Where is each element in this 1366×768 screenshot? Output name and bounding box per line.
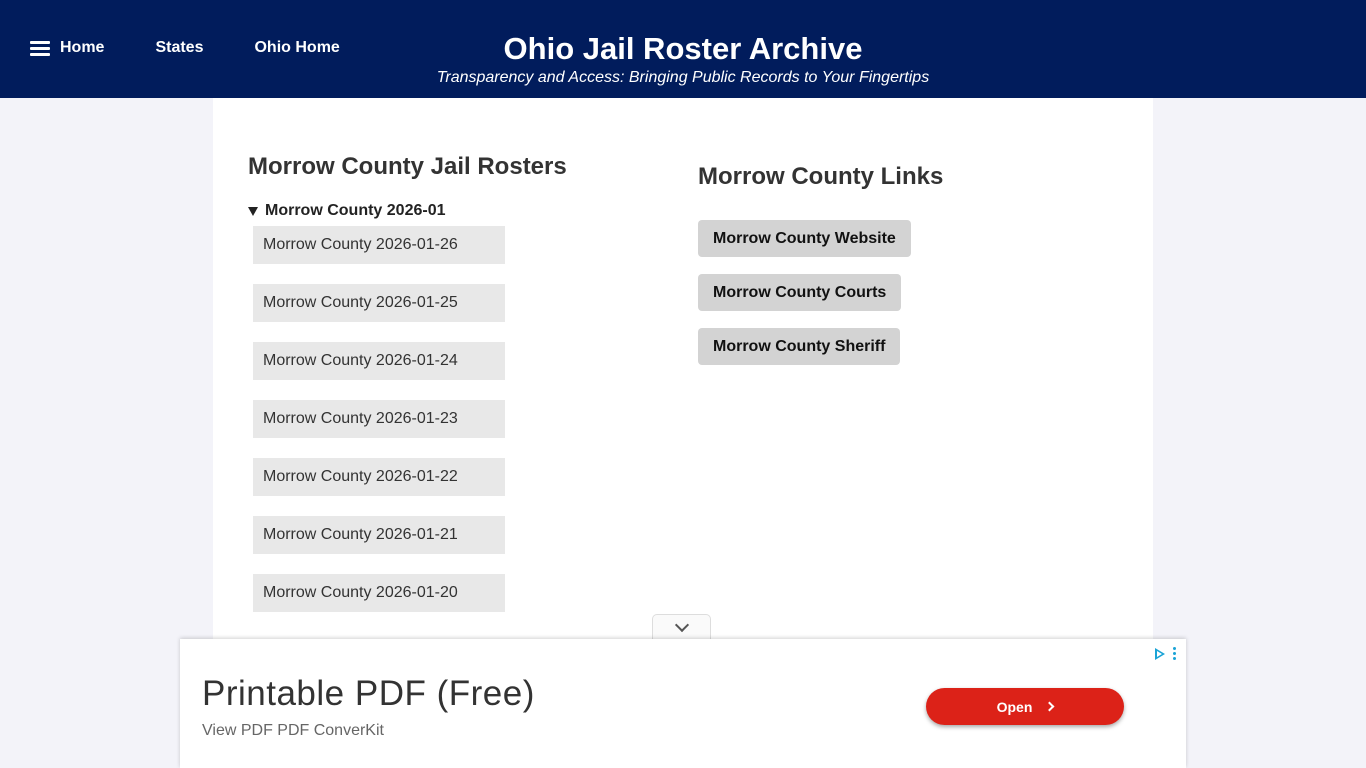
county-sheriff-button[interactable]: Morrow County Sheriff	[698, 328, 901, 365]
links-column: Morrow County Links Morrow County Websit…	[698, 163, 1098, 382]
site-title: Ohio Jail Roster Archive	[503, 31, 863, 66]
ad-collapse-button[interactable]	[652, 614, 711, 640]
ad-banner[interactable]: Printable PDF (Free) View PDF PDF Conver…	[180, 639, 1186, 768]
adchoices-icon[interactable]	[1155, 646, 1176, 661]
ad-open-label: Open	[996, 698, 1033, 715]
ad-subtitle: View PDF PDF ConverKit	[202, 722, 384, 739]
ad-open-button[interactable]: Open	[926, 688, 1124, 725]
links-title: Morrow County Links	[698, 163, 944, 190]
ad-menu-dots-icon[interactable]	[1173, 646, 1176, 661]
ad-play-icon	[1155, 647, 1165, 660]
county-links: Morrow County Website Morrow County Cour…	[698, 220, 1098, 365]
rosters-column: Morrow County Jail Rosters Morrow County…	[248, 153, 648, 632]
roster-link[interactable]: Morrow County 2026-01-22	[253, 458, 505, 496]
site-header: Home States Ohio Home Ohio Jail Roster A…	[0, 0, 1366, 98]
roster-link[interactable]: Morrow County 2026-01-21	[253, 516, 505, 554]
chevron-down-icon	[674, 617, 689, 633]
rosters-title: Morrow County Jail Rosters	[248, 153, 567, 180]
site-tagline: Transparency and Access: Bringing Public…	[436, 69, 930, 86]
county-website-button[interactable]: Morrow County Website	[698, 220, 911, 257]
roster-link[interactable]: Morrow County 2026-01-23	[253, 400, 505, 438]
roster-link[interactable]: Morrow County 2026-01-25	[253, 284, 505, 322]
chevron-right-icon	[1044, 701, 1055, 712]
disclosure-triangle-icon	[248, 206, 258, 216]
content-card: Morrow County Jail Rosters Morrow County…	[213, 98, 1153, 698]
ad-title[interactable]: Printable PDF (Free)	[202, 674, 535, 714]
county-courts-button[interactable]: Morrow County Courts	[698, 274, 902, 311]
roster-link[interactable]: Morrow County 2026-01-26	[253, 226, 505, 264]
roster-list: Morrow County 2026-01-26 Morrow County 2…	[253, 226, 648, 612]
roster-link[interactable]: Morrow County 2026-01-24	[253, 342, 505, 380]
roster-link[interactable]: Morrow County 2026-01-20	[253, 574, 505, 612]
roster-group-label: Morrow County 2026-01	[265, 202, 446, 219]
roster-group-toggle[interactable]: Morrow County 2026-01	[248, 201, 648, 221]
